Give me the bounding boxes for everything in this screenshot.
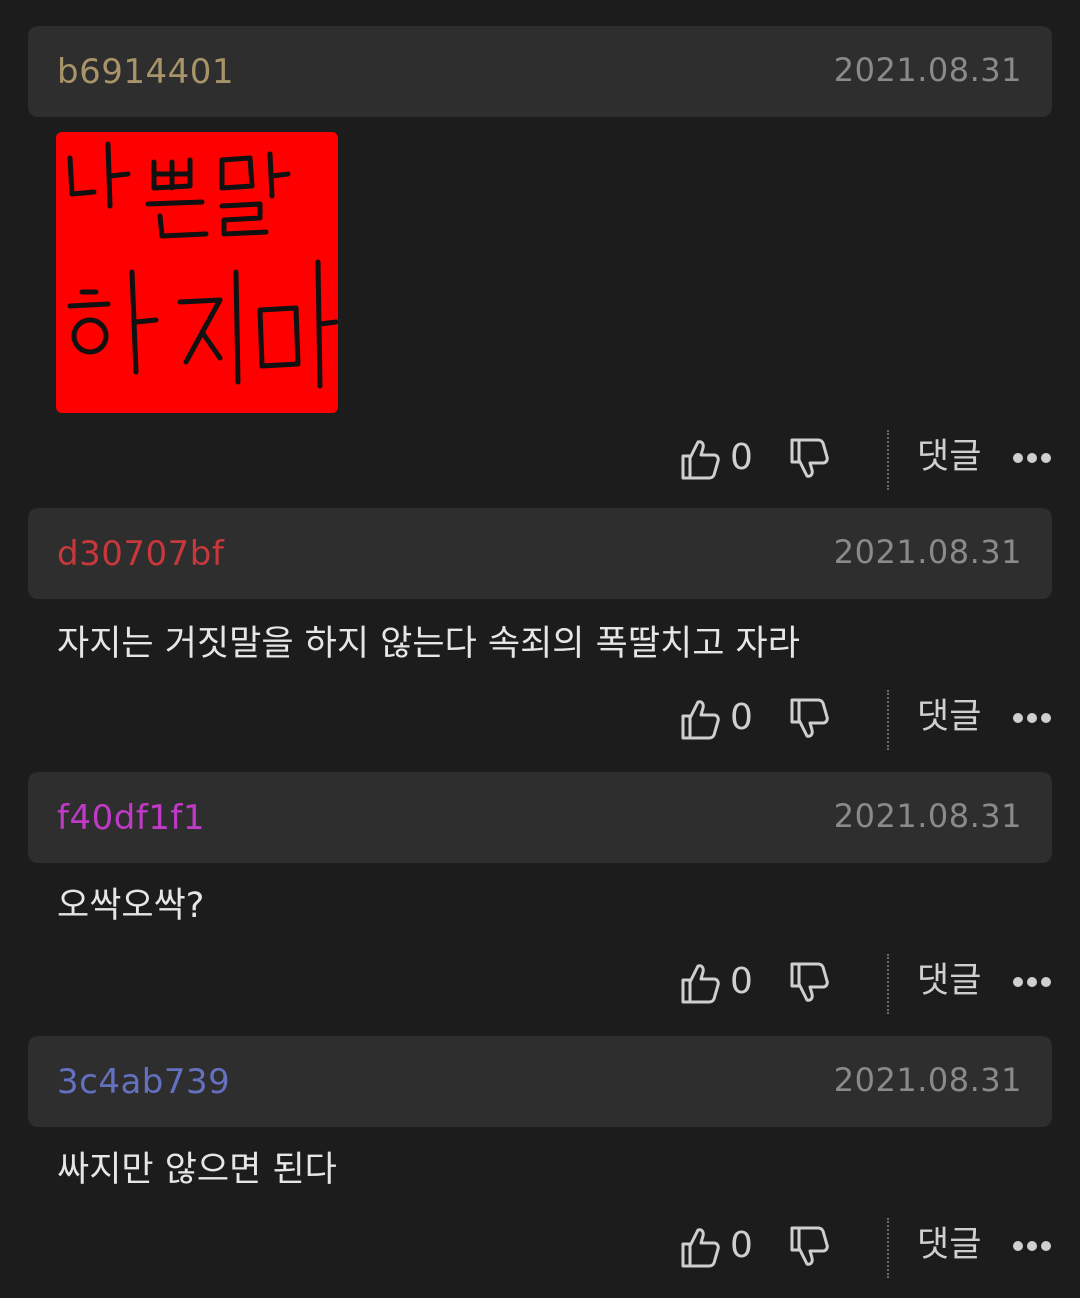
more-dots-icon[interactable] [1012,450,1052,466]
comment-username[interactable]: f40df1f1 [57,798,205,838]
comment-date: 2021.08.31 [833,533,1022,571]
more-dots-icon[interactable] [1012,974,1052,990]
comment-date: 2021.08.31 [833,797,1022,835]
comment-username[interactable]: 3c4ab739 [57,1062,230,1102]
thumbs-up-icon[interactable] [680,698,720,740]
more-dots-icon[interactable] [1012,1238,1052,1254]
comment-header: 3c4ab739 2021.08.31 [28,1036,1052,1127]
thumbs-up-icon[interactable] [680,1226,720,1268]
action-divider [887,690,889,750]
comment-text: 오싹오싹? [57,886,205,926]
comment-date: 2021.08.31 [833,51,1022,89]
comment-date: 2021.08.31 [833,1061,1022,1099]
thumbs-down-icon[interactable] [789,962,829,1004]
handwritten-image-drawing [67,141,338,389]
thumbs-up-icon[interactable] [680,962,720,1004]
comment-header: d30707bf 2021.08.31 [28,508,1052,599]
reply-button[interactable]: 댓글 [917,959,981,1003]
action-divider [887,954,889,1014]
comment-actions: 0 댓글 [0,1218,1080,1278]
reply-button[interactable]: 댓글 [917,435,981,479]
comment-actions: 0 댓글 [0,690,1080,750]
reply-button[interactable]: 댓글 [917,1223,981,1267]
comment-text: 싸지만 않으면 된다 [57,1150,337,1190]
reply-button[interactable]: 댓글 [917,695,981,739]
comment-text: 자지는 거짓말을 하지 않는다 속죄의 폭딸치고 자라 [57,624,800,664]
thumbs-down-icon[interactable] [789,438,829,480]
comment-actions: 0 댓글 [0,430,1080,490]
comment-header: b6914401 2021.08.31 [28,26,1052,117]
like-count: 0 [730,961,753,1002]
comment-username[interactable]: b6914401 [57,52,234,92]
thumbs-down-icon[interactable] [789,1226,829,1268]
action-divider [887,1218,889,1278]
comment-username[interactable]: d30707bf [57,534,224,574]
action-divider [887,430,889,490]
comment-header: f40df1f1 2021.08.31 [28,772,1052,863]
more-dots-icon[interactable] [1012,710,1052,726]
comment-item: f40df1f1 2021.08.31 오싹오싹? 0 댓글 [0,772,1080,1024]
comment-item: 3c4ab739 2021.08.31 싸지만 않으면 된다 0 댓글 [0,1036,1080,1288]
like-count: 0 [730,1225,753,1266]
like-count: 0 [730,697,753,738]
comment-list: b6914401 2021.08.31 0 댓글 d30707bf 2021.0… [0,0,1080,1298]
comment-image[interactable] [56,132,338,413]
comment-item: b6914401 2021.08.31 0 댓글 [0,26,1080,496]
like-count: 0 [730,437,753,478]
comment-actions: 0 댓글 [0,954,1080,1014]
thumbs-up-icon[interactable] [680,438,720,480]
thumbs-down-icon[interactable] [789,698,829,740]
comment-item: d30707bf 2021.08.31 자지는 거짓말을 하지 않는다 속죄의 … [0,508,1080,760]
